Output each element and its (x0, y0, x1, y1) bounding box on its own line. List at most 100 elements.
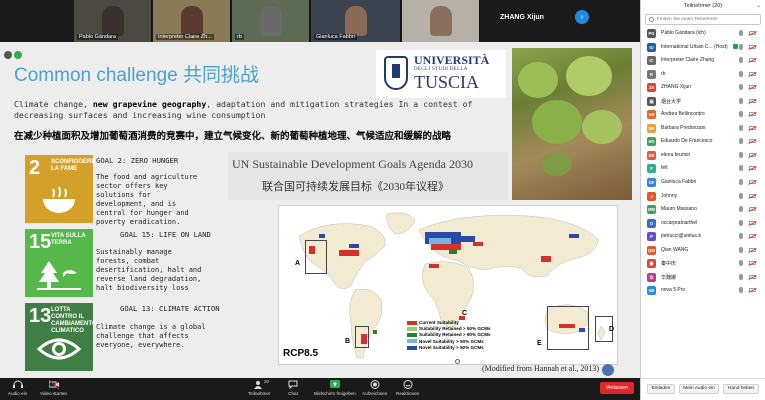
participant-row[interactable]: BP Barbara Predonzani (641, 122, 765, 136)
chat-button[interactable]: Chat (288, 380, 298, 396)
mic-muted-icon (739, 57, 743, 64)
mic-muted-icon (739, 111, 743, 118)
panel-title: Teilnehmer (20) (683, 3, 723, 9)
camera-off-icon (749, 166, 756, 171)
goal-13-text: Climate change is a global challenge tha… (96, 323, 206, 349)
next-videos-button[interactable]: › (575, 10, 589, 24)
participant-row[interactable]: QW Qian WANG (641, 244, 765, 258)
participant-row[interactable]: IU International Urban C... (Host) (641, 41, 765, 55)
camera-off-icon (749, 152, 756, 157)
avatar: AB (647, 110, 656, 120)
panel-footer: Einladen Mein Audio ein Hand heben (641, 378, 765, 400)
avatar: ZX (647, 83, 656, 93)
leave-button[interactable]: Verlassen (600, 382, 634, 394)
video-tile[interactable] (402, 0, 480, 42)
video-tile-name: rb (235, 34, 244, 40)
record-button[interactable]: Aufzeichnen (362, 380, 387, 396)
raise-hand-button[interactable]: Hand heben (723, 384, 759, 394)
scenario-label: RCP8.5 (283, 348, 319, 359)
mic-muted-icon (739, 206, 743, 213)
participant-row[interactable]: N5 nova 5 Pro (641, 284, 765, 298)
participant-row[interactable]: 烟烟台大学 (641, 95, 765, 109)
avatar: 烟 (647, 96, 656, 106)
video-tile[interactable]: Interpreter Claire Zh... (153, 0, 231, 42)
participant-name: rb (661, 70, 666, 77)
participant-row[interactable]: Ppetrucci@unitus.it (641, 230, 765, 244)
participant-row[interactable]: J Johnny (641, 190, 765, 204)
video-button[interactable]: Video starten (40, 380, 67, 396)
avatar: IU (647, 42, 656, 52)
invite-button[interactable]: Einladen (647, 384, 675, 394)
video-tile-name: Gianluca Fabbri (314, 34, 357, 40)
mic-muted-icon (739, 30, 743, 36)
participant-row[interactable]: Ffelt (641, 162, 765, 176)
video-tile[interactable]: Pablo Gándara (74, 0, 152, 42)
sdg-2-tile: 2 SCONFIGGERE LA FAME (25, 155, 95, 223)
reactions-button[interactable]: Reaktionen (396, 380, 419, 396)
avatar: P (647, 232, 656, 242)
headphone-icon (12, 380, 23, 388)
participant-row[interactable]: ZX ZHANG Xijun (641, 81, 765, 95)
participant-row[interactable]: Ooccarpratnarthel (641, 217, 765, 231)
participant-row[interactable]: AB Andrea Bellincontro (641, 108, 765, 122)
participant-row[interactable]: Rrb (641, 68, 765, 82)
avatar: EB (647, 150, 656, 160)
video-tile-name: Interpreter Claire Zh... (156, 34, 214, 40)
participant-search-input[interactable] (657, 15, 757, 24)
search-icon (649, 17, 654, 22)
participants-icon (254, 381, 263, 389)
participant-row[interactable]: GF Gianluca Fabbri (641, 176, 765, 190)
video-tile[interactable]: rb (232, 0, 310, 42)
participant-row[interactable]: IC Interpreter Claire Zhang (641, 54, 765, 68)
avatar: F (647, 164, 656, 174)
mic-muted-icon (739, 138, 743, 145)
map-caption: (Modified from Hannah et al., 2013) (482, 364, 600, 373)
logo-line3: TUSCIA (414, 72, 480, 92)
participant-name: 秦中庆 (661, 261, 677, 268)
participant-name: Mauro Massano (661, 206, 697, 213)
goal-15-title: GOAL 15: LIFE ON LAND (120, 230, 211, 239)
camera-off-icon (749, 58, 756, 63)
region-label-d: D (609, 326, 615, 333)
participant-row[interactable]: MM Mauro Massano (641, 203, 765, 217)
avatar: IC (647, 56, 656, 66)
camera-off-icon (749, 261, 756, 266)
avatar: J (647, 191, 656, 201)
video-tile[interactable]: Gianluca Fabbri (311, 0, 401, 42)
participant-name: Andrea Bellincontro (661, 111, 705, 118)
camera-off-icon (749, 180, 756, 185)
participant-row[interactable]: ED Eduardo De Francesco (641, 135, 765, 149)
mic-muted-icon (739, 70, 743, 77)
chat-icon (288, 380, 298, 389)
camera-off-icon (749, 71, 756, 76)
intro-text: Climate change, new grapevine geography,… (14, 99, 473, 120)
participant-search[interactable] (645, 14, 761, 25)
camera-off-icon (749, 31, 756, 35)
participant-name: Qian WANG (661, 246, 689, 253)
mic-muted-icon (739, 260, 743, 267)
participant-name: Gianluca Fabbri (661, 179, 697, 186)
region-box-a (305, 240, 327, 274)
mic-muted-icon (739, 84, 743, 91)
share-screen-button[interactable]: Bildschirm freigeben (314, 380, 356, 396)
suitability-world-map: A B C E D Current Suitability Suitabilit… (278, 205, 618, 365)
participant-row[interactable]: 秦秦中庆 (641, 257, 765, 271)
un-goals-header: UN Sustainable Development Goals Agenda … (228, 152, 508, 200)
cursor-icon (455, 359, 460, 364)
participant-row[interactable]: PG Pablo Gándara (ich) (641, 27, 765, 41)
participant-video (101, 6, 124, 36)
participant-name: felt (661, 165, 668, 172)
panel-menu-icon[interactable]: ⌄ (756, 0, 761, 12)
intro-text-chinese: 在减少种植面积及增加葡萄酒消费的竞赛中，建立气候变化、新的葡萄种植地理、气候适应… (14, 131, 452, 142)
camera-off-icon (749, 112, 756, 117)
audio-button[interactable]: Audio ein (8, 380, 27, 396)
view-options-icon[interactable] (4, 51, 12, 59)
participant-row[interactable]: 华华魏娜 (641, 271, 765, 285)
share-indicator-icon (14, 51, 22, 59)
avatar: 秦 (647, 259, 656, 269)
participant-name: Pablo Gándara (ich) (661, 30, 706, 36)
participant-row[interactable]: EB elena brunori (641, 149, 765, 163)
unmute-me-button[interactable]: Mein Audio ein (679, 384, 719, 394)
camera-off-icon (749, 288, 756, 293)
avatar: MM (647, 205, 656, 215)
